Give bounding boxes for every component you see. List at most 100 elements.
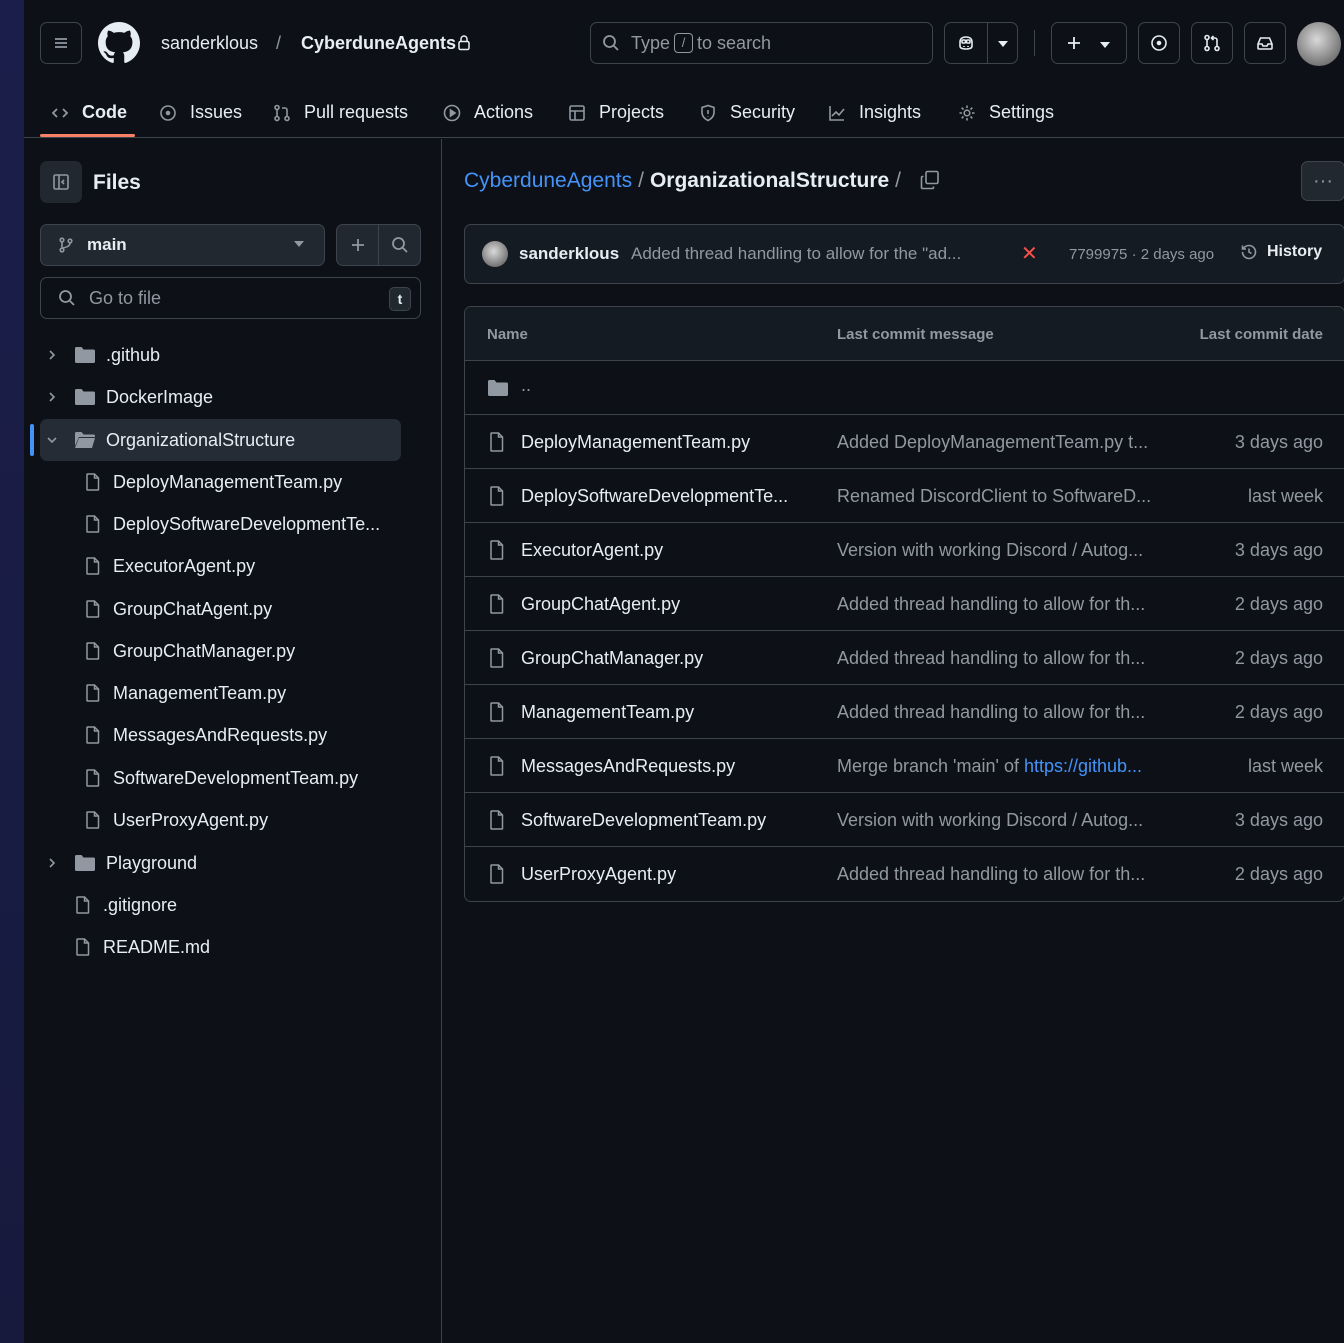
commit-date: last week [1247, 756, 1323, 776]
tree-file-gitignore[interactable]: .gitignore [73, 885, 177, 925]
file-name-link[interactable]: GroupChatManager.py [521, 648, 703, 669]
create-new-button[interactable] [1051, 22, 1127, 64]
tab-pull-requests[interactable]: Pull requests [272, 88, 408, 137]
chevron-down-icon[interactable] [998, 41, 1008, 47]
file-name-link[interactable]: MessagesAndRequests.py [521, 756, 735, 777]
repo-owner-link[interactable]: sanderklous [161, 33, 258, 54]
commit-message-link[interactable]: Added thread handling to allow for th... [837, 864, 1145, 885]
repo-name-link[interactable]: CyberduneAgents [301, 33, 456, 54]
commit-date: 3 days ago [1234, 432, 1323, 452]
parent-directory-link[interactable]: .. [521, 375, 531, 396]
tree-file[interactable]: GroupChatAgent.py [83, 589, 272, 629]
search-icon [59, 290, 75, 306]
commit-sha-and-time[interactable]: 7799975 · 2 days ago [1069, 246, 1214, 263]
table-row[interactable]: SoftwareDevelopmentTeam.py Version with … [465, 793, 1344, 847]
file-name-link[interactable]: DeployManagementTeam.py [521, 432, 750, 453]
file-icon [76, 938, 90, 956]
tree-folder-github[interactable]: .github [44, 335, 160, 375]
table-header: Name Last commit message Last commit dat… [465, 307, 1344, 361]
tree-item-label: .github [106, 344, 161, 365]
tree-file[interactable]: GroupChatManager.py [83, 631, 295, 671]
file-name-link[interactable]: ExecutorAgent.py [521, 540, 663, 561]
table-row[interactable]: GroupChatAgent.py Added thread handling … [465, 577, 1344, 631]
file-name-link[interactable]: ManagementTeam.py [521, 702, 694, 723]
table-row[interactable]: DeploySoftwareDevelopmentTe... Renamed D… [465, 469, 1344, 523]
add-search-group [336, 224, 421, 266]
file-name-link[interactable]: GroupChatAgent.py [521, 594, 680, 615]
history-button[interactable]: History [1239, 242, 1322, 262]
inbox-icon [1257, 37, 1273, 50]
tab-insights[interactable]: Insights [827, 88, 921, 137]
issues-button[interactable] [1138, 22, 1180, 64]
tab-actions[interactable]: Actions [442, 88, 533, 137]
chevron-right-icon [49, 858, 56, 868]
tree-file[interactable]: SoftwareDevelopmentTeam.py [83, 758, 358, 798]
tab-settings[interactable]: Settings [957, 88, 1054, 137]
file-icon [86, 726, 100, 744]
tree-file[interactable]: MessagesAndRequests.py [83, 715, 327, 755]
tree-file[interactable]: DeploySoftwareDevelopmentTe... [83, 504, 380, 544]
commit-message-link[interactable]: Merge branch 'main' of https://github... [837, 756, 1142, 777]
tree-folder-organizationalstructure[interactable]: OrganizationalStructure [44, 420, 295, 460]
tree-file[interactable]: DeployManagementTeam.py [83, 462, 342, 502]
table-row[interactable]: ExecutorAgent.py Version with working Di… [465, 523, 1344, 577]
tree-file[interactable]: UserProxyAgent.py [83, 800, 268, 840]
breadcrumb-repo-link[interactable]: CyberduneAgents [464, 169, 632, 193]
pull-requests-button[interactable] [1191, 22, 1233, 64]
file-icon [86, 769, 100, 787]
commit-author-avatar[interactable] [482, 241, 508, 267]
user-avatar[interactable] [1297, 22, 1341, 66]
commit-message-link[interactable]: Version with working Discord / Autog... [837, 810, 1143, 831]
copy-path-icon[interactable] [919, 169, 941, 191]
branch-selector[interactable]: main [40, 224, 325, 266]
github-logo-icon[interactable] [98, 22, 140, 64]
table-row[interactable]: ManagementTeam.py Added thread handling … [465, 685, 1344, 739]
commit-message-link[interactable]: Added DeployManagementTeam.py t... [837, 432, 1148, 453]
global-search-input[interactable]: Type / to search [590, 22, 933, 64]
file-icon [490, 810, 504, 830]
commit-message-link[interactable]: Added thread handling to allow for th... [837, 594, 1145, 615]
collapse-sidebar-button[interactable] [40, 161, 82, 203]
commit-message-url-link[interactable]: https://github... [1024, 756, 1142, 776]
copilot-button[interactable] [944, 22, 1018, 64]
ci-failed-x-icon[interactable]: ✕ [1021, 241, 1038, 266]
tree-file[interactable]: ExecutorAgent.py [83, 546, 255, 586]
table-row[interactable]: UserProxyAgent.py Added thread handling … [465, 847, 1344, 901]
chevron-down-icon [1100, 42, 1110, 48]
file-name-link[interactable]: SoftwareDevelopmentTeam.py [521, 810, 766, 831]
table-row[interactable]: MessagesAndRequests.py Merge branch 'mai… [465, 739, 1344, 793]
tree-folder-playground[interactable]: Playground [44, 843, 197, 883]
directory-view: CyberduneAgents / OrganizationalStructur… [443, 139, 1344, 1343]
github-app: sanderklous / CyberduneAgents Type / to … [24, 0, 1344, 1343]
commit-date: last week [1247, 486, 1323, 506]
go-to-file-input[interactable]: Go to file t [40, 277, 421, 319]
chevron-down-icon [294, 241, 304, 247]
commit-message-link[interactable]: Renamed DiscordClient to SoftwareD... [837, 486, 1151, 507]
inbox-button[interactable] [1244, 22, 1286, 64]
file-name-link[interactable]: DeploySoftwareDevelopmentTe... [521, 486, 788, 507]
kebab-horizontal-icon: ··· [1313, 169, 1333, 192]
tab-projects[interactable]: Projects [567, 88, 664, 137]
file-icon [490, 648, 504, 668]
col-message-header: Last commit message [837, 326, 994, 343]
table-row[interactable]: DeployManagementTeam.py Added DeployMana… [465, 415, 1344, 469]
commit-message-link[interactable]: Version with working Discord / Autog... [837, 540, 1143, 561]
search-files-button[interactable] [379, 225, 420, 265]
add-file-button[interactable] [337, 225, 379, 265]
commit-message[interactable]: Added thread handling to allow for the "… [631, 244, 961, 264]
tab-security[interactable]: Security [698, 88, 795, 137]
file-tree-sidebar: Files main Go to file t .github DockerIm… [24, 139, 442, 1343]
table-row[interactable]: GroupChatManager.py Added thread handlin… [465, 631, 1344, 685]
commit-message-link[interactable]: Added thread handling to allow for th... [837, 648, 1145, 669]
tree-file[interactable]: ManagementTeam.py [83, 673, 286, 713]
file-name-link[interactable]: UserProxyAgent.py [521, 864, 676, 885]
commit-message-link[interactable]: Added thread handling to allow for th... [837, 702, 1145, 723]
tree-folder-dockerimage[interactable]: DockerImage [44, 377, 213, 417]
more-options-button[interactable]: ··· [1301, 161, 1344, 201]
commit-author[interactable]: sanderklous [519, 244, 619, 264]
tab-code[interactable]: Code [50, 88, 127, 137]
tab-issues[interactable]: Issues [158, 88, 242, 137]
tree-file-readme[interactable]: README.md [73, 927, 210, 967]
hamburger-menu-button[interactable] [40, 22, 82, 64]
parent-directory-row[interactable]: .. [465, 361, 1344, 415]
